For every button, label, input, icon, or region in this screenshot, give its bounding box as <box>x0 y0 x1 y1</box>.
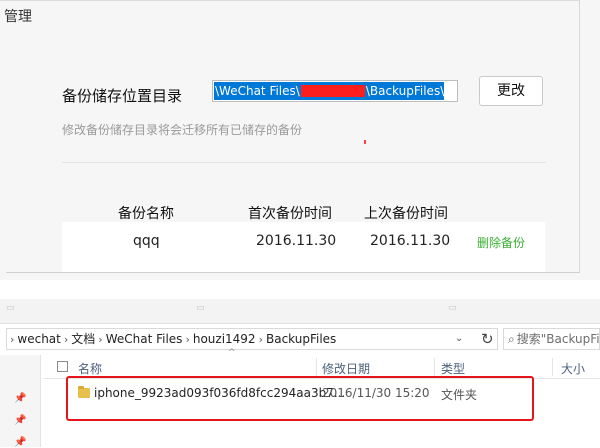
chevron-down-icon[interactable]: ⌄ <box>455 333 463 344</box>
panel-border <box>579 0 580 272</box>
selected-path-text: \WeChat Files\ \BackupFiles\ <box>214 82 445 100</box>
column-separator <box>552 358 553 376</box>
breadcrumb-item[interactable]: 文档 <box>71 332 95 346</box>
pin-icon[interactable]: 📌 <box>14 393 26 404</box>
path-hint: 修改备份储存目录将会迁移所有已储存的备份 <box>62 123 303 137</box>
col-size[interactable]: 大小 <box>561 360 585 377</box>
address-bar[interactable]: › wechat › 文档 › WeChat Files › houzi1492 › Backup… <box>6 328 498 350</box>
panel-border <box>6 272 580 273</box>
refresh-icon[interactable]: ↻ <box>481 330 494 348</box>
chevron-right-icon: › <box>185 333 190 346</box>
sort-up-icon: ^ <box>228 348 236 358</box>
backup-name: qqq <box>133 233 160 249</box>
first-backup-time: 2016.11.30 <box>256 233 337 249</box>
search-placeholder: 搜索"BackupFiles <box>516 332 600 346</box>
pin-icon[interactable]: 📌 <box>14 437 26 448</box>
navigation-pane: 📌 📌 📌 <box>0 355 41 448</box>
backup-path-field[interactable]: \WeChat Files\ \BackupFiles\ <box>212 80 458 102</box>
search-icon: ⌕ <box>508 332 515 346</box>
col-name[interactable]: 名称 <box>78 360 102 377</box>
ribbon-hint: ▭ <box>6 303 15 313</box>
panel-title: 管理 <box>4 9 32 25</box>
breadcrumb-item[interactable]: wechat <box>17 332 60 346</box>
delete-backup-link[interactable]: 删除备份 <box>477 234 525 251</box>
last-backup-time: 2016.11.30 <box>370 233 451 249</box>
divider <box>62 162 546 163</box>
col-type[interactable]: 类型 <box>441 360 465 377</box>
wechat-backup-panel: 管理 备份储存位置目录 \WeChat Files\ \BackupFiles\ … <box>0 0 600 280</box>
file-explorer-window: ▭ ▭ ▭ › wechat › 文档 › WeChat Files › houzi1492 ›… <box>0 299 600 448</box>
path-label: 备份储存位置目录 <box>62 87 183 105</box>
chevron-right-icon: › <box>98 333 103 346</box>
ribbon-hint: ▭ <box>448 303 457 313</box>
ribbon: ▭ ▭ ▭ <box>0 299 600 324</box>
col-last-backup: 上次备份时间 <box>364 206 448 222</box>
path-part-2: \BackupFiles\ <box>365 84 445 98</box>
top-rule <box>0 0 580 1</box>
highlight-box <box>66 376 534 421</box>
breadcrumb-item[interactable]: BackupFiles <box>266 332 336 346</box>
breadcrumb-item[interactable]: WeChat Files <box>106 332 183 346</box>
col-modified[interactable]: 修改日期 <box>322 360 370 377</box>
chevron-right-icon: › <box>258 333 263 346</box>
col-backup-name: 备份名称 <box>118 206 174 222</box>
chevron-right-icon: › <box>63 333 69 346</box>
select-all-checkbox[interactable] <box>57 361 68 372</box>
breadcrumb-item[interactable]: houzi1492 <box>193 332 256 346</box>
col-first-backup: 首次备份时间 <box>248 206 332 222</box>
search-input[interactable]: ⌕搜索"BackupFiles <box>503 328 600 350</box>
column-separator <box>434 358 435 376</box>
chevron-right-icon: › <box>10 333 15 346</box>
redacted-username <box>300 85 365 97</box>
red-mark <box>364 140 366 144</box>
column-separator <box>316 358 317 376</box>
path-part-1: \WeChat Files\ <box>215 84 300 98</box>
change-path-button[interactable]: 更改 <box>479 76 543 106</box>
ribbon-hint: ▭ <box>196 303 205 313</box>
pin-icon[interactable]: 📌 <box>14 415 26 426</box>
